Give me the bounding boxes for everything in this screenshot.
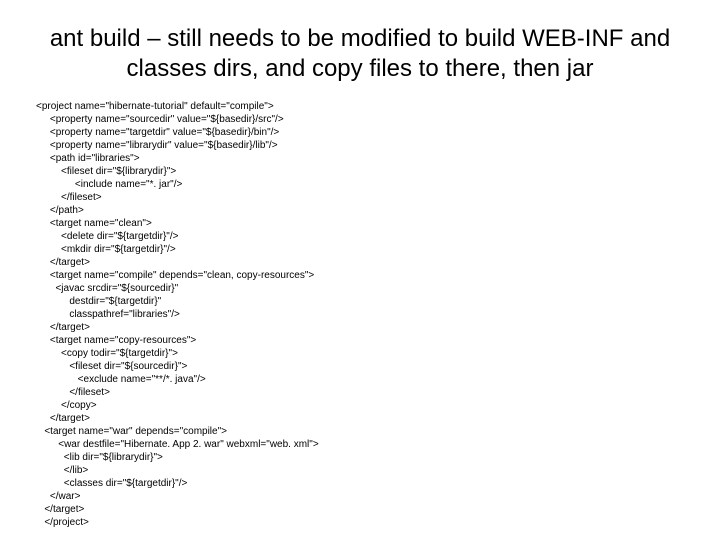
- code-block: <project name="hibernate-tutorial" defau…: [36, 100, 684, 529]
- slide-title: ant build – still needs to be modified t…: [36, 24, 684, 84]
- slide: ant build – still needs to be modified t…: [0, 0, 720, 540]
